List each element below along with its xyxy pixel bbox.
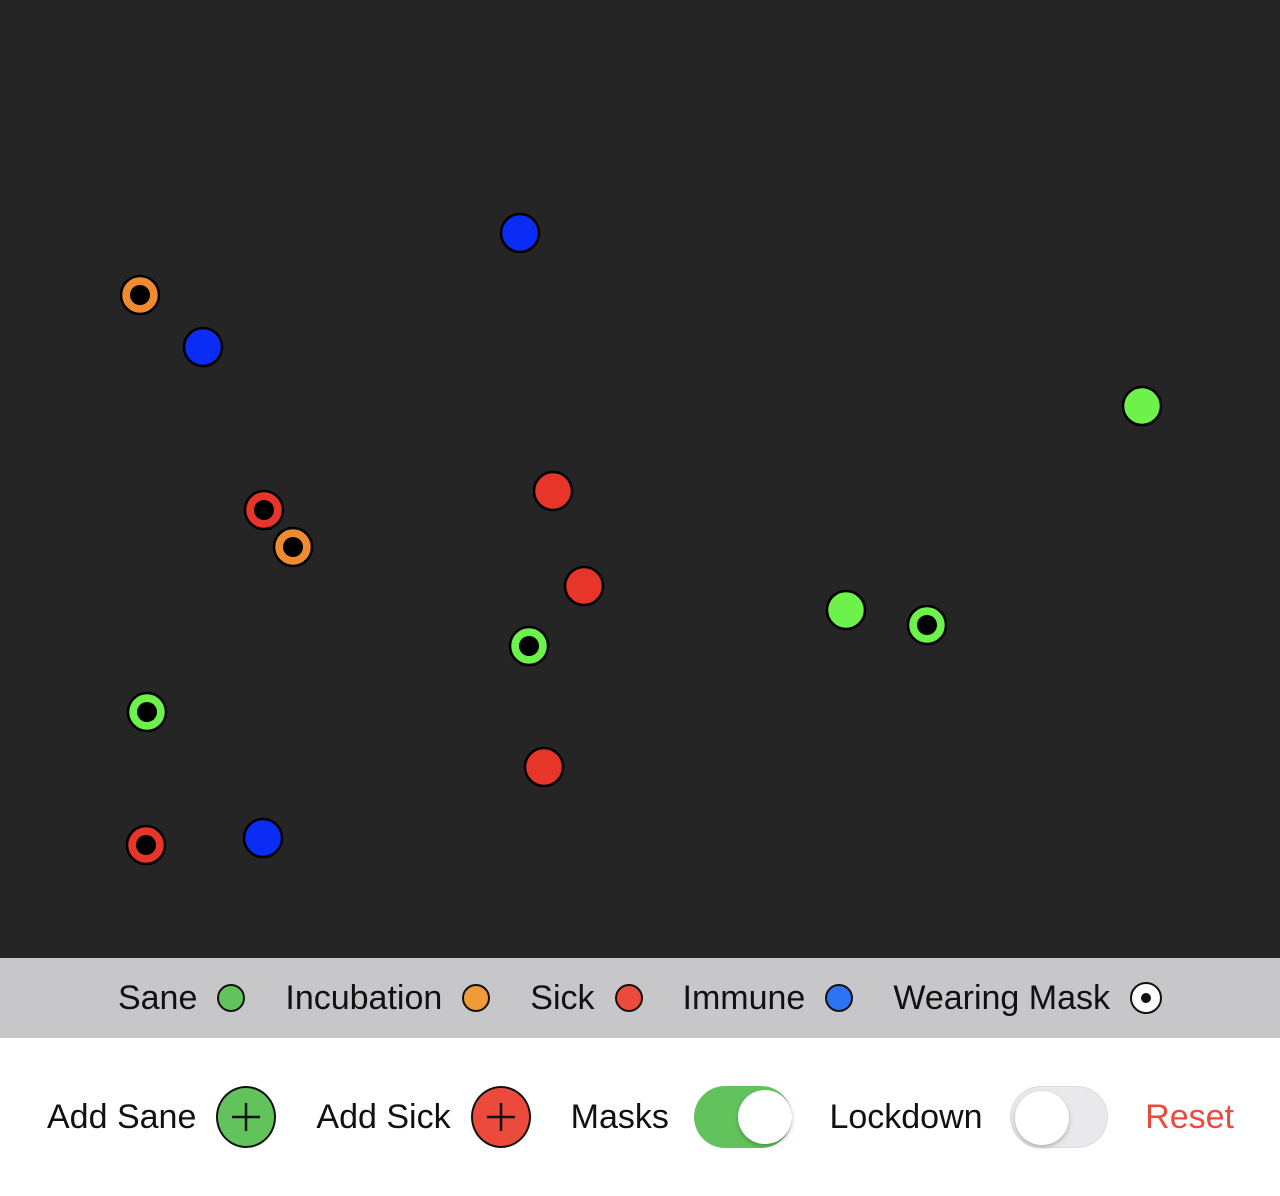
- person-dot: [523, 746, 565, 788]
- legend-label-incubation: Incubation: [285, 978, 443, 1017]
- mask-indicator: [283, 537, 303, 557]
- reset-button[interactable]: Reset: [1145, 1098, 1234, 1137]
- add-sick-button[interactable]: [470, 1086, 531, 1148]
- person-sick-masked: [243, 489, 285, 531]
- legend-item-immune: Immune: [683, 979, 854, 1018]
- incubation-color-swatch: [462, 984, 491, 1012]
- person-incubation-masked: [272, 526, 314, 568]
- controls-bar: Add Sane Add Sick Masks Lockdown Reset: [0, 1038, 1280, 1196]
- lockdown-label: Lockdown: [829, 1097, 983, 1136]
- person-sick: [523, 746, 565, 788]
- simulation-canvas: [0, 0, 1280, 958]
- add-sane-label: Add Sane: [47, 1097, 197, 1136]
- legend-bar: Sane Incubation Sick Immune Wearing Mask: [0, 958, 1280, 1038]
- immune-color-swatch: [825, 984, 854, 1012]
- mask-indicator: [917, 615, 937, 635]
- simulation-svg: [119, 212, 1163, 866]
- person-sick-masked: [125, 824, 167, 866]
- legend-item-sick: Sick: [530, 978, 643, 1018]
- person-dot: [825, 589, 867, 631]
- person-dot: [499, 212, 541, 254]
- masks-label: Masks: [570, 1097, 669, 1136]
- mask-icon-dot: [1141, 993, 1152, 1003]
- legend-label-immune: Immune: [682, 978, 806, 1017]
- add-sick-label: Add Sick: [316, 1097, 451, 1136]
- person-dot: [1121, 385, 1163, 427]
- legend-label-sane: Sane: [117, 978, 198, 1017]
- sane-color-swatch: [217, 984, 246, 1012]
- person-dot: [242, 817, 284, 859]
- toggle-knob: [737, 1090, 792, 1144]
- mask-indicator: [136, 835, 156, 855]
- mask-indicator: [137, 702, 157, 722]
- sick-color-swatch: [614, 984, 643, 1012]
- legend-label-sick: Sick: [530, 978, 595, 1017]
- mask-indicator: [519, 636, 539, 656]
- masks-toggle[interactable]: [693, 1086, 793, 1148]
- person-immune: [499, 212, 541, 254]
- person-sane-masked: [126, 691, 168, 733]
- toggle-knob: [1014, 1091, 1069, 1145]
- legend-label-mask: Wearing Mask: [893, 978, 1111, 1017]
- person-sick: [563, 565, 605, 607]
- add-sane-button[interactable]: [216, 1086, 277, 1148]
- person-immune: [242, 817, 284, 859]
- mask-icon: [1130, 982, 1163, 1014]
- person-sane: [825, 589, 867, 631]
- lockdown-toggle[interactable]: [1009, 1086, 1109, 1148]
- person-sane-masked: [508, 625, 550, 667]
- person-dot: [182, 326, 224, 368]
- legend-item-mask: Wearing Mask: [893, 978, 1163, 1018]
- person-sane: [1121, 385, 1163, 427]
- plus-icon: [232, 1103, 261, 1131]
- plus-icon: [486, 1103, 515, 1131]
- mask-indicator: [254, 500, 274, 520]
- mask-indicator: [130, 285, 150, 305]
- person-immune: [182, 326, 224, 368]
- person-dot: [563, 565, 605, 607]
- legend-item-sane: Sane: [117, 978, 246, 1018]
- person-incubation-masked: [119, 274, 161, 316]
- person-sick: [532, 470, 574, 512]
- person-sane-masked: [906, 604, 948, 646]
- person-dot: [532, 470, 574, 512]
- legend-item-incubation: Incubation: [285, 978, 491, 1018]
